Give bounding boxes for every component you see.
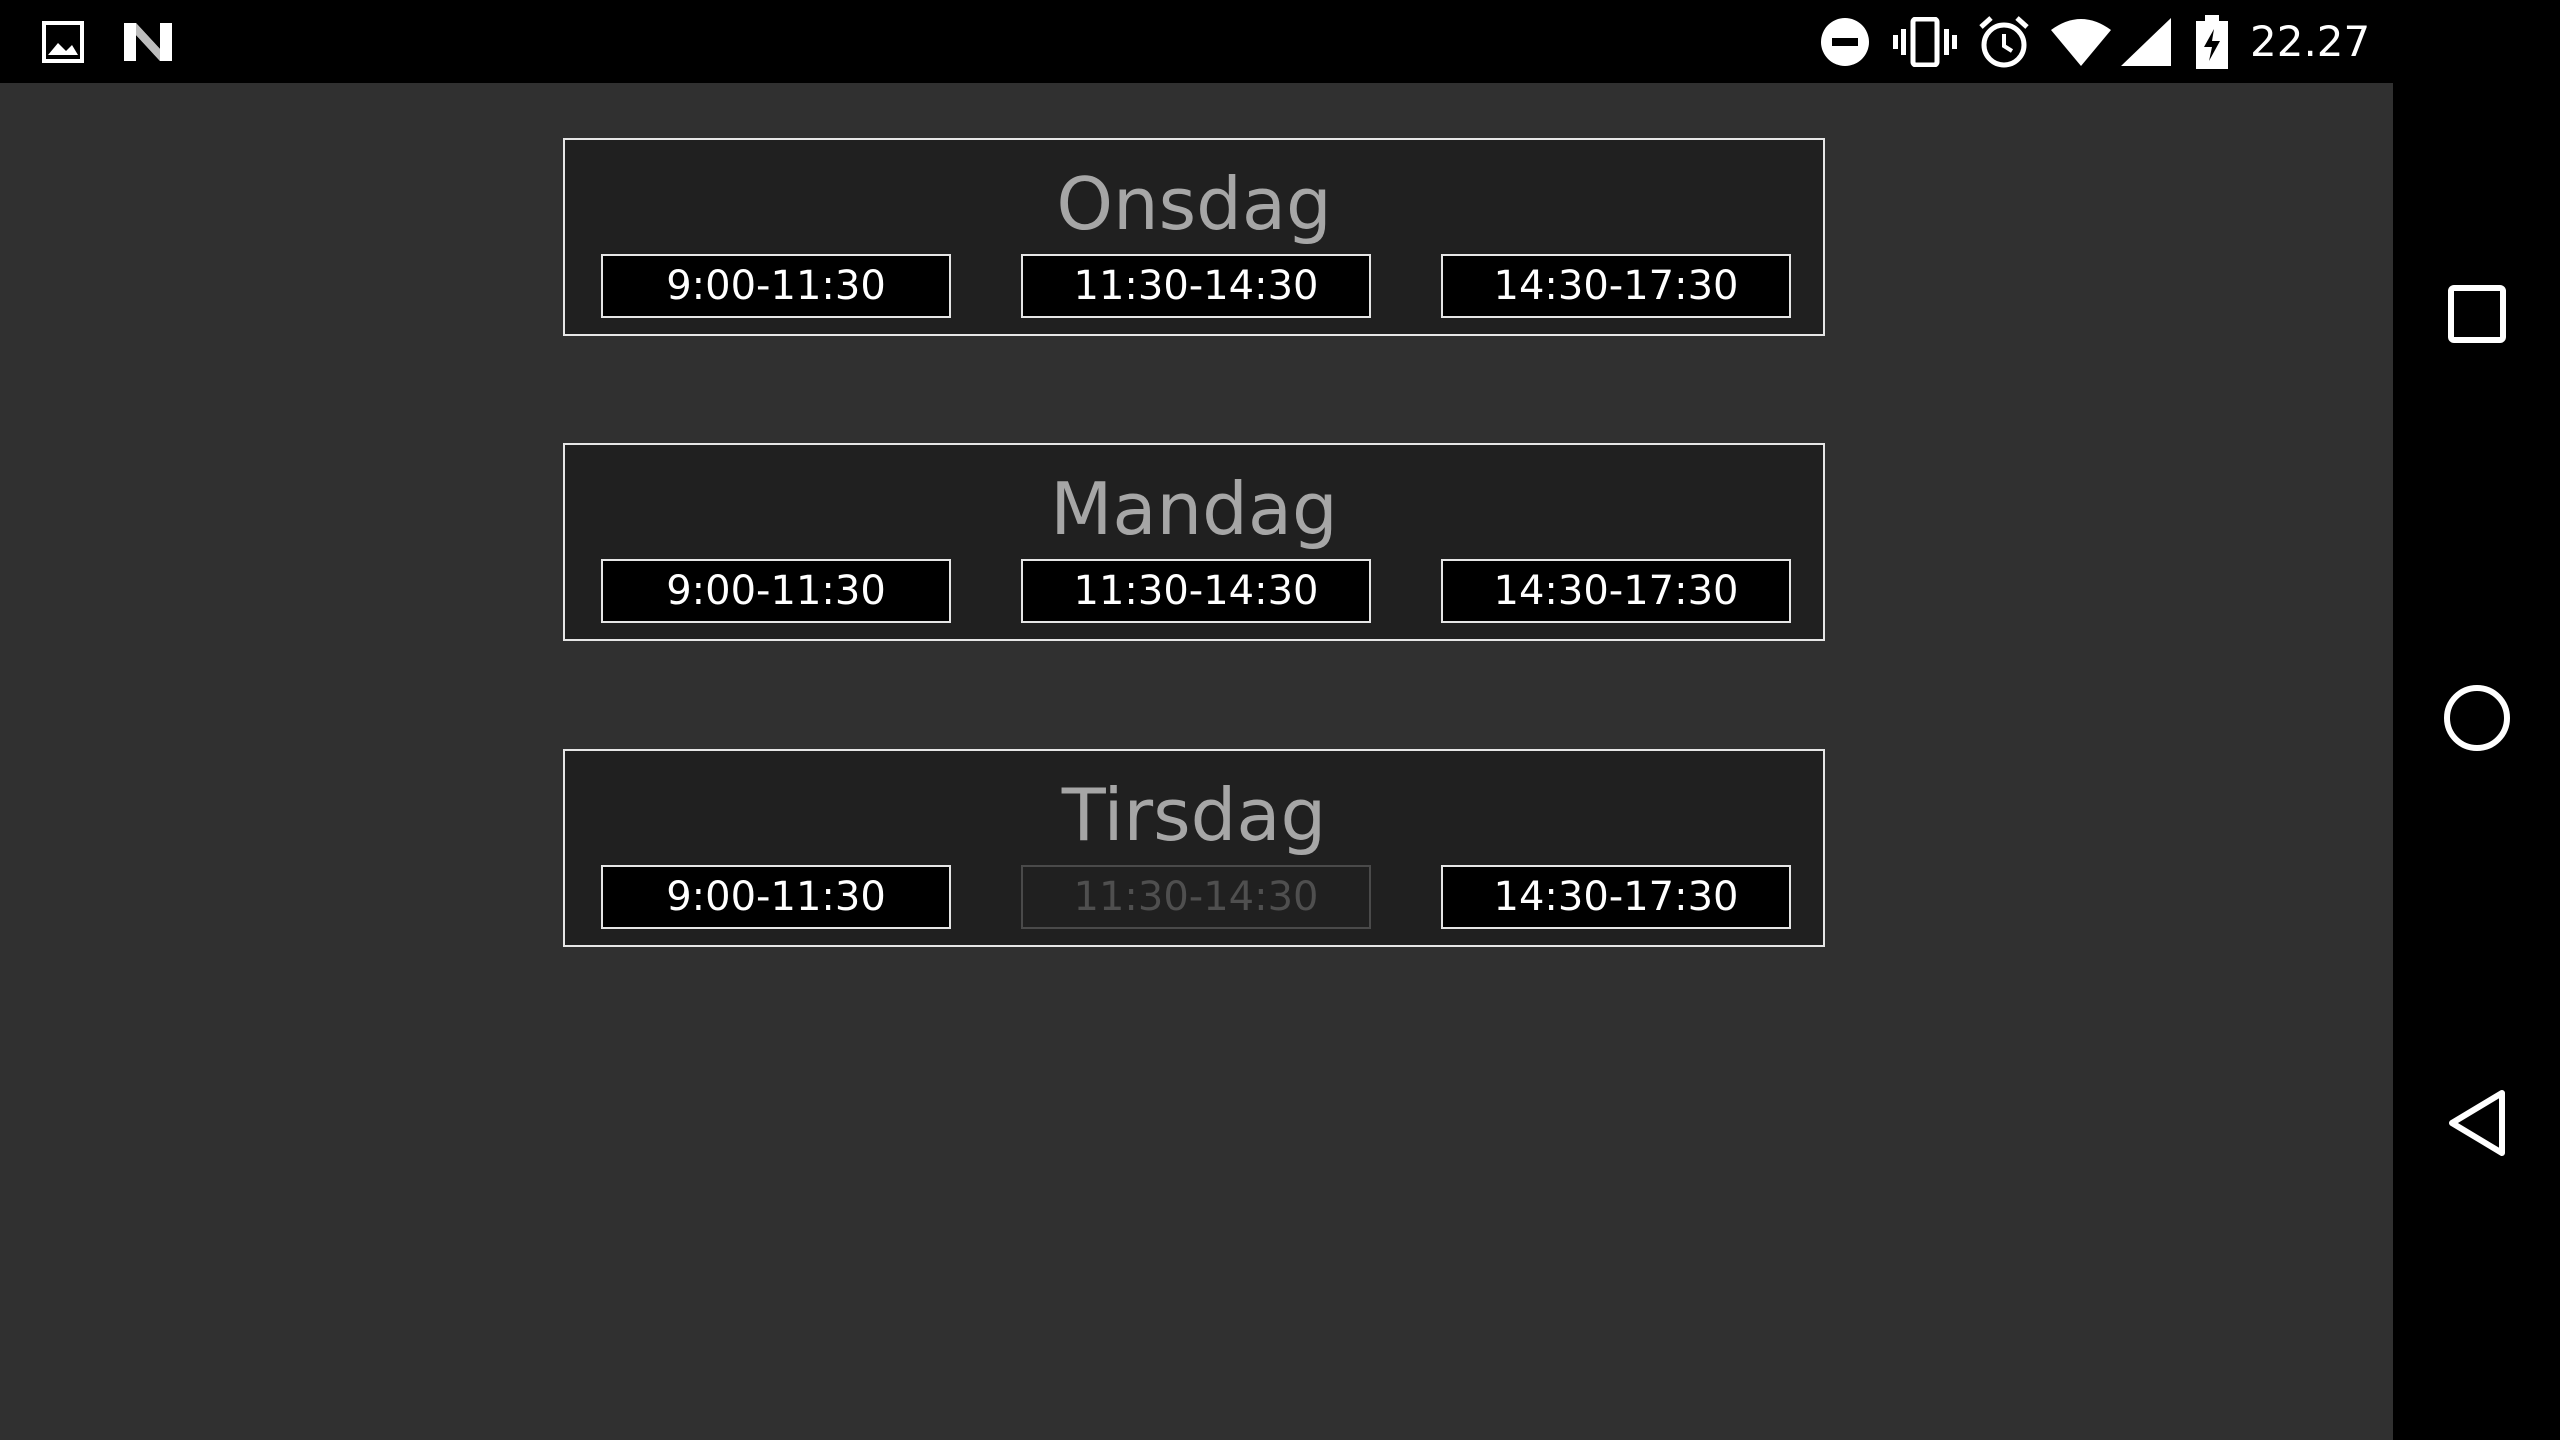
day-card-tirsdag: Tirsdag 9:00-11:30 11:30-14:30 14:30-17:… (563, 749, 1825, 947)
day-title: Onsdag (1056, 162, 1332, 246)
recents-square-icon (2447, 284, 2507, 348)
time-slot-button[interactable]: 9:00-11:30 (601, 559, 951, 623)
day-title: Mandag (1050, 467, 1338, 551)
time-slot-button[interactable]: 14:30-17:30 (1441, 865, 1791, 929)
back-triangle-icon (2446, 1089, 2508, 1161)
time-slot-button[interactable]: 14:30-17:30 (1441, 559, 1791, 623)
time-slot-button-disabled: 11:30-14:30 (1021, 865, 1371, 929)
time-slot-button[interactable]: 11:30-14:30 (1021, 254, 1371, 318)
time-slot-button[interactable]: 14:30-17:30 (1441, 254, 1791, 318)
cell-signal-icon (2120, 0, 2172, 83)
day-card-onsdag: Onsdag 9:00-11:30 11:30-14:30 14:30-17:3… (563, 138, 1825, 336)
recents-button[interactable] (2393, 246, 2560, 386)
navigation-bar (2393, 83, 2560, 1440)
back-button[interactable] (2393, 1055, 2560, 1195)
time-slot-button[interactable]: 9:00-11:30 (601, 254, 951, 318)
vibrate-icon (1890, 0, 1960, 83)
n-logo-icon (120, 0, 176, 83)
battery-charging-icon (2192, 0, 2232, 83)
status-clock: 22.27 (2250, 17, 2371, 66)
home-button[interactable] (2393, 650, 2560, 790)
alarm-icon (1976, 0, 2032, 83)
time-slot-button[interactable]: 11:30-14:30 (1021, 559, 1371, 623)
day-card-mandag: Mandag 9:00-11:30 11:30-14:30 14:30-17:3… (563, 443, 1825, 641)
wifi-icon (2050, 0, 2112, 83)
do-not-disturb-icon (1818, 0, 1872, 83)
day-title: Tirsdag (1061, 773, 1327, 857)
time-slot-button[interactable]: 9:00-11:30 (601, 865, 951, 929)
home-circle-icon (2443, 684, 2511, 756)
image-icon (40, 0, 86, 83)
phone-screen: 22.27 Onsdag 9:00-11:30 11:30-14:30 14:3… (0, 0, 2560, 1440)
main-content: Onsdag 9:00-11:30 11:30-14:30 14:30-17:3… (0, 83, 2393, 1440)
status-bar: 22.27 (0, 0, 2560, 83)
